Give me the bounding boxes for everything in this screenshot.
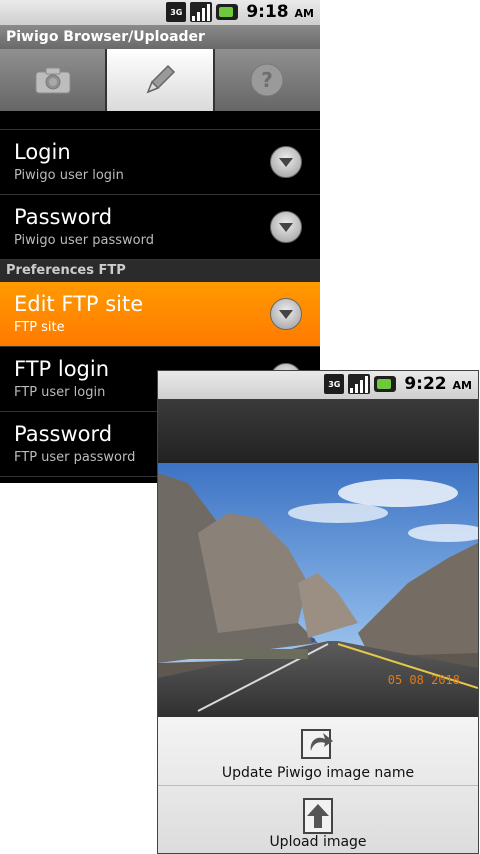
tab-edit[interactable] bbox=[107, 49, 215, 111]
pref-edit-ftp-site[interactable]: Edit FTP site FTP site bbox=[0, 282, 320, 347]
pref-summary: FTP site bbox=[14, 320, 65, 335]
battery-icon bbox=[216, 4, 239, 20]
pref-summary: FTP user login bbox=[14, 385, 106, 400]
pref-summary: Piwigo user password bbox=[14, 233, 154, 248]
pref-login[interactable]: Login Piwigo user login bbox=[0, 130, 320, 195]
pref-password[interactable]: Password Piwigo user password bbox=[0, 195, 320, 260]
svg-text:?: ? bbox=[262, 68, 274, 92]
header-bar bbox=[158, 399, 478, 463]
pref-summary: Piwigo user login bbox=[14, 168, 124, 183]
edit-image-icon bbox=[301, 729, 333, 759]
category-header-ftp: Preferences FTP bbox=[0, 260, 320, 282]
action-label: Upload image bbox=[269, 834, 367, 850]
camera-icon bbox=[35, 67, 71, 94]
image-screen: 3G 9:22 AM 05 08 2018 Update Piwigo imag… bbox=[157, 370, 479, 854]
pref-title: FTP login bbox=[14, 357, 110, 381]
status-time: 9:18 AM bbox=[246, 2, 314, 22]
action-label: Update Piwigo image name bbox=[221, 765, 415, 781]
photo-preview[interactable]: 05 08 2018 bbox=[158, 463, 478, 721]
action-panel: Update Piwigo image name Upload image bbox=[158, 717, 478, 853]
tab-bar: ? bbox=[0, 49, 320, 111]
signal-icon bbox=[348, 374, 371, 394]
3g-icon: 3G bbox=[324, 374, 345, 394]
pref-title: Edit FTP site bbox=[14, 292, 144, 316]
help-icon: ? bbox=[250, 63, 284, 97]
upload-icon bbox=[303, 798, 333, 834]
photo-date-stamp: 05 08 2018 bbox=[387, 673, 460, 687]
chevron-down-icon[interactable] bbox=[270, 146, 302, 178]
chevron-down-icon[interactable] bbox=[270, 211, 302, 243]
3g-icon: 3G bbox=[166, 2, 187, 22]
pref-title: Password bbox=[14, 205, 113, 229]
tab-camera[interactable] bbox=[0, 49, 108, 111]
list-item-partial bbox=[0, 111, 320, 130]
upload-image-button[interactable]: Upload image bbox=[158, 786, 478, 853]
status-time: 9:22 AM bbox=[404, 374, 472, 394]
tab-help[interactable]: ? bbox=[214, 49, 320, 111]
pencil-icon bbox=[146, 64, 176, 94]
status-bar: 3G 9:18 AM bbox=[0, 0, 320, 25]
update-image-name-button[interactable]: Update Piwigo image name bbox=[158, 717, 478, 786]
battery-icon bbox=[374, 376, 397, 392]
pref-summary: FTP user password bbox=[14, 450, 136, 465]
status-bar: 3G 9:22 AM bbox=[158, 371, 478, 399]
pref-title: Login bbox=[14, 140, 71, 164]
signal-icon bbox=[190, 2, 213, 22]
app-title: Piwigo Browser/Uploader bbox=[0, 25, 320, 49]
pref-title: Password bbox=[14, 422, 113, 446]
chevron-down-icon[interactable] bbox=[270, 298, 302, 330]
